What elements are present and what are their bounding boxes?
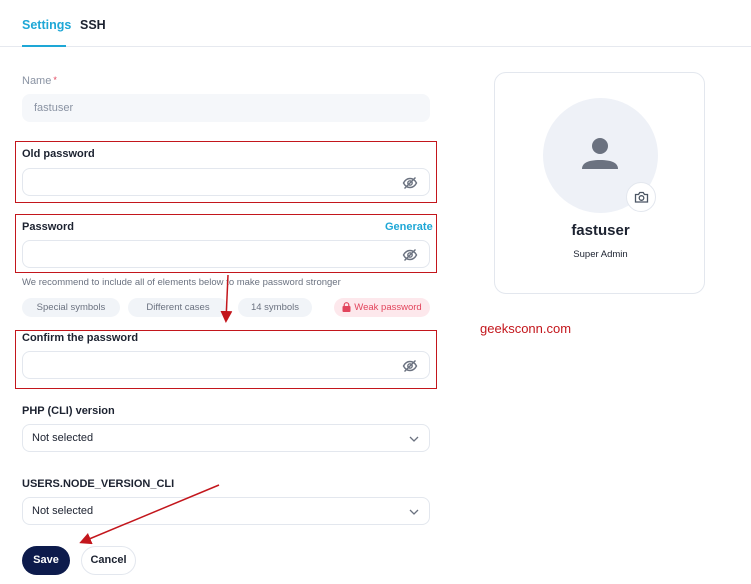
change-avatar-button[interactable] bbox=[626, 182, 656, 212]
php-version-selected: Not selected bbox=[32, 432, 94, 444]
active-tab-indicator bbox=[22, 45, 66, 47]
chevron-down-icon bbox=[409, 436, 419, 442]
tab-settings[interactable]: Settings bbox=[22, 18, 71, 32]
tab-bar: Settings SSH bbox=[0, 0, 751, 47]
requirement-chip-special: Special symbols bbox=[22, 298, 120, 317]
watermark-text: geeksconn.com bbox=[480, 321, 572, 336]
name-field: fastuser bbox=[22, 94, 430, 122]
tab-ssh[interactable]: SSH bbox=[80, 18, 106, 32]
chevron-down-icon bbox=[409, 509, 419, 515]
password-strength-label: Weak password bbox=[354, 302, 422, 313]
profile-name: fastuser bbox=[571, 222, 630, 239]
lock-icon bbox=[342, 302, 351, 312]
camera-icon bbox=[634, 191, 649, 203]
confirm-password-label: Confirm the password bbox=[22, 332, 139, 344]
required-mark: * bbox=[53, 75, 57, 85]
php-version-label: PHP (CLI) version bbox=[22, 405, 115, 417]
profile-role: Super Admin bbox=[573, 249, 628, 260]
save-button[interactable]: Save bbox=[22, 546, 70, 575]
generate-password-link[interactable]: Generate bbox=[385, 221, 433, 233]
password-strength-badge: Weak password bbox=[334, 298, 430, 317]
requirement-chip-length: 14 symbols bbox=[238, 298, 312, 317]
user-icon bbox=[582, 138, 618, 169]
node-version-select[interactable]: Not selected bbox=[22, 497, 430, 525]
php-version-select[interactable]: Not selected bbox=[22, 424, 430, 452]
eye-off-icon[interactable] bbox=[402, 247, 418, 263]
name-field-value: fastuser bbox=[34, 102, 74, 114]
old-password-input[interactable] bbox=[22, 168, 430, 196]
node-version-label: USERS.NODE_VERSION_CLI bbox=[22, 478, 175, 490]
name-label: Name * bbox=[22, 75, 57, 87]
requirement-chip-cases: Different cases bbox=[128, 298, 228, 317]
profile-card: fastuser Super Admin bbox=[494, 72, 705, 294]
eye-off-icon[interactable] bbox=[402, 175, 418, 191]
cancel-button[interactable]: Cancel bbox=[81, 546, 136, 575]
password-label: Password bbox=[22, 221, 74, 233]
password-input[interactable] bbox=[22, 240, 430, 268]
old-password-label: Old password bbox=[22, 148, 95, 160]
eye-off-icon[interactable] bbox=[402, 358, 418, 374]
name-label-text: Name bbox=[22, 75, 52, 87]
confirm-password-input[interactable] bbox=[22, 351, 430, 379]
password-hint: We recommend to include all of elements … bbox=[22, 277, 341, 288]
node-version-selected: Not selected bbox=[32, 505, 94, 517]
